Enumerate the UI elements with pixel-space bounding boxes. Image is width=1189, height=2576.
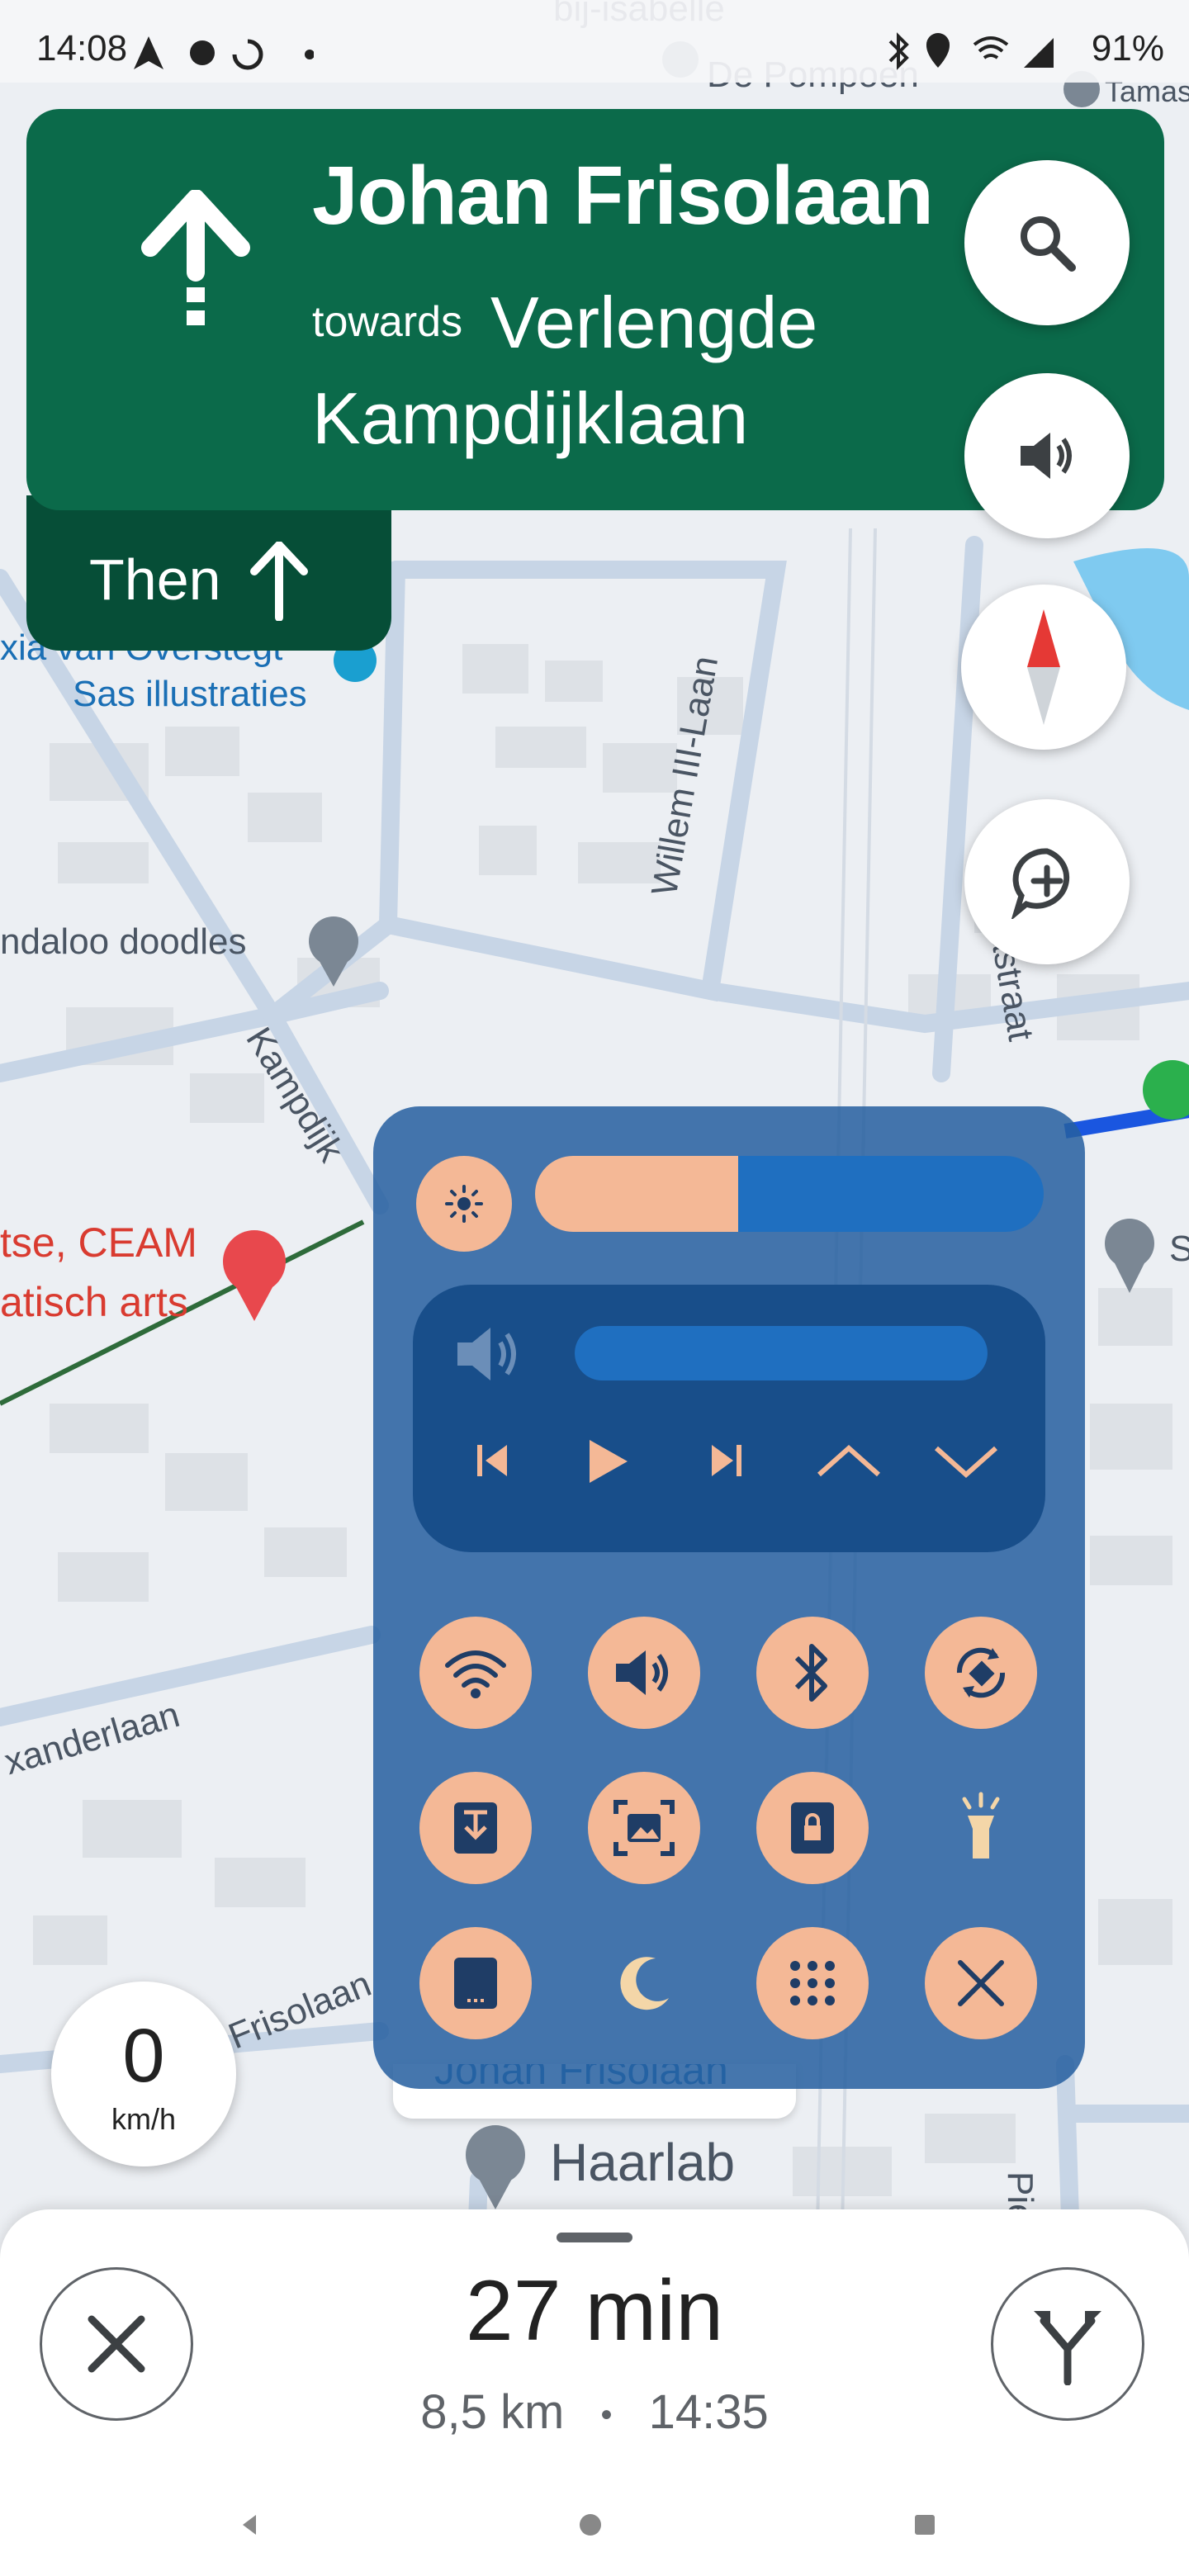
volume-fill [575,1326,988,1380]
system-nav-bar [243,2514,935,2536]
alternate-routes-button[interactable] [991,2267,1144,2421]
drag-handle[interactable] [557,2233,632,2242]
signal-icon [1024,38,1054,68]
sync-icon [232,39,263,70]
speedometer: 0 km/h [51,1982,236,2166]
media-controls [413,1285,1045,1552]
close-icon [958,1960,1004,2006]
brightness-slider[interactable] [535,1156,1044,1232]
volume-up-button[interactable] [816,1443,882,1484]
play-icon [590,1440,628,1483]
download-icon [454,1802,497,1854]
brightness-icon [445,1185,483,1223]
chevron-up-icon [817,1444,880,1477]
bluetooth-toggle[interactable] [756,1617,869,1729]
map-label-ceam: tse, CEAM [0,1219,197,1266]
search-icon [1021,216,1076,272]
sound-toggle[interactable] [588,1617,700,1729]
wifi-icon [973,36,1009,59]
map-label-sas: Sas illustraties [73,674,307,714]
volume-down-button[interactable] [933,1443,999,1484]
apps-grid-toggle[interactable] [756,1927,869,2039]
straight-ahead-arrow-icon [141,190,250,325]
auto-rotate-toggle[interactable] [925,1617,1037,1729]
destination-line-1: Verlengde [490,282,818,363]
route-fork-icon [1034,2311,1101,2385]
add-report-icon [1011,848,1070,919]
back-icon [243,2515,256,2535]
volume-slider[interactable] [575,1326,988,1380]
location-icon [926,33,950,68]
trip-distance: 8,5 km [420,2385,565,2439]
speed-unit: km/h [111,2102,176,2136]
navigation-icon [134,36,163,69]
apps-grid-icon [790,1961,835,2005]
phone-toggle[interactable] [419,1927,532,2039]
compass-button[interactable] [961,585,1126,750]
next-maneuver-box[interactable]: Then [26,495,391,651]
screenshot-toggle[interactable] [588,1772,700,1884]
download-toggle[interactable] [419,1772,532,1884]
bluetooth-icon [794,1644,827,1702]
skip-previous-icon [477,1445,507,1476]
speed-value: 0 [122,2014,165,2098]
separator-dot: • [600,2397,613,2434]
close-panel-button[interactable] [925,1927,1037,2039]
volume-icon [616,1650,668,1695]
wifi-icon [445,1650,506,1698]
lock-toggle[interactable] [756,1772,869,1884]
phone-icon [454,1958,497,2009]
screenshot-icon [613,1800,675,1856]
android-icon [190,40,215,65]
sound-button[interactable] [964,373,1130,538]
flashlight-toggle[interactable] [925,1772,1037,1884]
brightness-button[interactable] [416,1156,512,1252]
report-button[interactable] [964,799,1130,964]
chevron-down-icon [935,1446,997,1479]
destination-line-2: Kampdijklaan [312,377,749,459]
brightness-fill [535,1156,739,1232]
status-bar: 14:08 91% [0,0,1189,83]
volume-icon [1021,433,1072,479]
night-mode-toggle[interactable] [588,1927,700,2039]
map-label-andaloo: ndaloo doodles [0,921,247,962]
status-left-icons [134,36,314,70]
trip-bottom-sheet[interactable]: 27 min 8,5 km • 14:35 [0,2209,1189,2576]
then-label: Then [89,547,221,612]
night-mode-icon [620,1957,669,2010]
battery-percent: 91% [1091,28,1164,69]
home-icon [580,2514,601,2536]
bluetooth-icon [888,32,909,70]
compass-icon [1027,609,1060,725]
dot-icon [305,50,314,59]
flashlight-icon [962,1792,1000,1859]
skip-next-icon [712,1445,741,1476]
map-label-haarlab: Haarlab [550,2133,736,2192]
map-label-s: S [1169,1229,1189,1269]
next-button[interactable] [708,1440,745,1485]
lock-icon [791,1802,834,1854]
search-button[interactable] [964,160,1130,325]
current-street: Johan Frisolaan [312,149,934,242]
media-volume-icon [457,1328,516,1380]
play-button[interactable] [585,1437,631,1490]
status-time: 14:08 [36,28,128,69]
previous-button[interactable] [474,1440,510,1485]
quick-settings-panel [373,1106,1085,2089]
arrival-time: 14:35 [648,2385,769,2439]
straight-arrow-icon [250,542,308,621]
map-label-arts: atisch arts [0,1279,188,1325]
status-right-icons [888,32,1054,70]
towards-label: towards [312,298,463,346]
auto-rotate-icon [956,1647,1006,1698]
recents-icon [915,2515,935,2535]
wifi-toggle[interactable] [419,1617,532,1729]
